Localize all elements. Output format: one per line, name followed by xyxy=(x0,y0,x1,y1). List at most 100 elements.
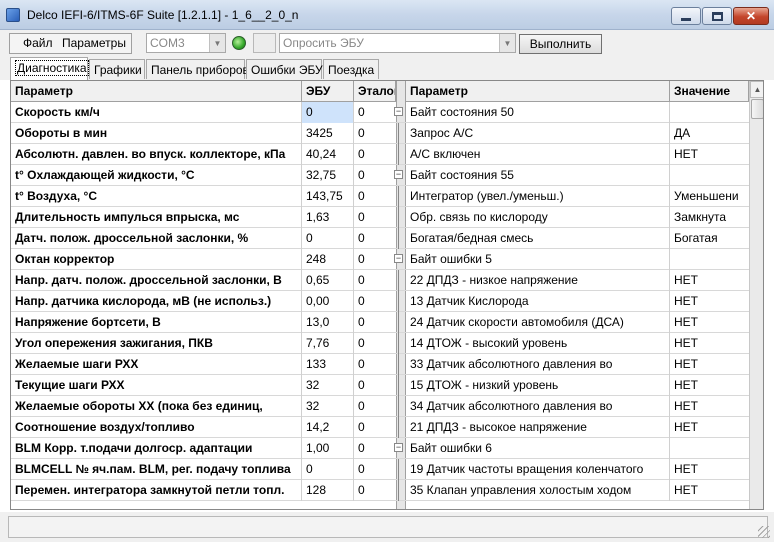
tab-dashboard[interactable]: Панель приборов xyxy=(146,59,249,79)
table-row[interactable]: 35 Клапан управления холостым ходом НЕТ xyxy=(396,480,749,501)
reference-value[interactable]: 0 xyxy=(354,207,396,228)
table-row[interactable]: Желаемые шаги РХХ 133 0 xyxy=(11,354,396,375)
ecu-value[interactable]: 32,75 xyxy=(302,165,354,186)
reference-value[interactable]: 0 xyxy=(354,186,396,207)
ecu-value[interactable]: 128 xyxy=(302,480,354,501)
maximize-button[interactable] xyxy=(702,7,732,25)
reference-value[interactable]: 0 xyxy=(354,270,396,291)
table-row[interactable]: 33 Датчик абсолютного давления во НЕТ xyxy=(396,354,749,375)
table-row[interactable]: Интегратор (увел./уменьш.) Уменьшени xyxy=(396,186,749,207)
reference-value[interactable]: 0 xyxy=(354,291,396,312)
table-row[interactable]: Соотношение воздух/топливо 14,2 0 xyxy=(11,417,396,438)
table-row[interactable]: 24 Датчик скорости автомобиля (ДСА) НЕТ xyxy=(396,312,749,333)
group-row[interactable]: − Байт ошибки 5 xyxy=(394,249,749,270)
reference-value[interactable]: 0 xyxy=(354,312,396,333)
table-row[interactable]: Обороты в мин 3425 0 xyxy=(11,123,396,144)
ecu-value[interactable]: 14,2 xyxy=(302,417,354,438)
reference-value[interactable]: 0 xyxy=(354,333,396,354)
menu-file[interactable]: Файл xyxy=(23,36,53,50)
column-header-param[interactable]: Параметр xyxy=(11,81,302,102)
menu-params[interactable]: Параметры xyxy=(62,36,126,50)
ecu-value[interactable]: 32 xyxy=(302,375,354,396)
table-row[interactable]: Скорость км/ч 0 0 xyxy=(11,102,396,123)
ecu-value[interactable]: 0,00 xyxy=(302,291,354,312)
table-row[interactable]: 15 ДТОЖ - низкий уровень НЕТ xyxy=(396,375,749,396)
table-row[interactable]: Напряжение бортсети, В 13,0 0 xyxy=(11,312,396,333)
blank-button[interactable] xyxy=(253,33,276,53)
table-row[interactable]: Октан корректор 248 0 xyxy=(11,249,396,270)
column-header-value[interactable]: Значение xyxy=(670,81,749,102)
column-header-ref[interactable]: Эталон xyxy=(354,81,396,102)
command-select[interactable]: Опросить ЭБУ ▼ xyxy=(279,33,516,53)
ecu-value[interactable]: 248 xyxy=(302,249,354,270)
group-row[interactable]: − Байт состояния 50 xyxy=(394,102,749,123)
table-row[interactable]: Богатая/бедная смесь Богатая xyxy=(396,228,749,249)
vertical-scrollbar[interactable]: ▲ xyxy=(749,81,763,509)
reference-value[interactable]: 0 xyxy=(354,459,396,480)
reference-value[interactable]: 0 xyxy=(354,123,396,144)
reference-value[interactable]: 0 xyxy=(354,480,396,501)
ecu-value[interactable]: 3425 xyxy=(302,123,354,144)
table-row[interactable]: Напр. датчика кислорода, мВ (не использ.… xyxy=(11,291,396,312)
resize-grip-icon[interactable] xyxy=(758,526,770,538)
ecu-value[interactable]: 1,00 xyxy=(302,438,354,459)
ecu-value[interactable]: 0 xyxy=(302,459,354,480)
table-row[interactable]: 22 ДПДЗ - низкое напряжение НЕТ xyxy=(396,270,749,291)
reference-value[interactable]: 0 xyxy=(354,438,396,459)
collapse-icon[interactable]: − xyxy=(394,443,403,452)
tab-trip[interactable]: Поездка xyxy=(323,59,379,79)
collapse-icon[interactable]: − xyxy=(394,170,403,179)
table-row[interactable]: t° Охлаждающей жидкости, °C 32,75 0 xyxy=(11,165,396,186)
collapse-icon[interactable]: − xyxy=(394,107,403,116)
reference-value[interactable]: 0 xyxy=(354,165,396,186)
table-row[interactable]: Датч. полож. дроссельной заслонки, % 0 0 xyxy=(11,228,396,249)
table-row[interactable]: Угол опережения зажигания, ПКВ 7,76 0 xyxy=(11,333,396,354)
table-row[interactable]: Запрос A/C ДА xyxy=(396,123,749,144)
table-row[interactable]: Обр. связь по кислороду Замкнута xyxy=(396,207,749,228)
table-row[interactable]: 13 Датчик Кислорода НЕТ xyxy=(396,291,749,312)
table-row[interactable]: Длительность импулься впрыска, мс 1,63 0 xyxy=(11,207,396,228)
chevron-down-icon[interactable]: ▼ xyxy=(209,34,225,52)
table-row[interactable]: Желаемые обороты ХХ (пока без единиц, 32 0 xyxy=(11,396,396,417)
scroll-up-icon[interactable]: ▲ xyxy=(750,81,763,98)
chevron-down-icon[interactable]: ▼ xyxy=(499,34,515,52)
reference-value[interactable]: 0 xyxy=(354,375,396,396)
ecu-value[interactable]: 0 xyxy=(302,228,354,249)
scroll-thumb[interactable] xyxy=(751,99,763,119)
group-row[interactable]: − Байт ошибки 6 xyxy=(394,438,749,459)
ecu-value[interactable]: 32 xyxy=(302,396,354,417)
reference-value[interactable]: 0 xyxy=(354,354,396,375)
tab-diagnostics[interactable]: Диагностика xyxy=(10,57,89,80)
ecu-value[interactable]: 7,76 xyxy=(302,333,354,354)
table-row[interactable]: t° Воздуха, °C 143,75 0 xyxy=(11,186,396,207)
reference-value[interactable]: 0 xyxy=(354,396,396,417)
table-row[interactable]: А/С включен НЕТ xyxy=(396,144,749,165)
run-button[interactable]: Выполнить xyxy=(519,34,602,54)
table-row[interactable]: BLMCELL № яч.пам. BLM, рег. подачу топли… xyxy=(11,459,396,480)
table-row[interactable]: BLM Корр. т.подачи долгоср. адаптации 1,0… xyxy=(11,438,396,459)
table-row[interactable]: Текущие шаги РХХ 32 0 xyxy=(11,375,396,396)
reference-value[interactable]: 0 xyxy=(354,102,396,123)
ecu-value[interactable]: 0 xyxy=(302,102,354,123)
reference-value[interactable]: 0 xyxy=(354,144,396,165)
collapse-icon[interactable]: − xyxy=(394,254,403,263)
table-row[interactable]: Напр. датч. полож. дроссельной заслонки,… xyxy=(11,270,396,291)
close-button[interactable]: ✕ xyxy=(733,7,769,25)
table-row[interactable]: Перемен. интегратора замкнутой петли топ… xyxy=(11,480,396,501)
reference-value[interactable]: 0 xyxy=(354,249,396,270)
table-row[interactable]: 21 ДПДЗ - высокое напряжение НЕТ xyxy=(396,417,749,438)
ecu-value[interactable]: 133 xyxy=(302,354,354,375)
table-row[interactable]: Абсолютн. давлен. во впуск. коллекторе, … xyxy=(11,144,396,165)
port-select[interactable]: COM3 ▼ xyxy=(146,33,226,53)
ecu-value[interactable]: 143,75 xyxy=(302,186,354,207)
ecu-value[interactable]: 0,65 xyxy=(302,270,354,291)
table-row[interactable]: 19 Датчик частоты вращения коленчатого НЕ… xyxy=(396,459,749,480)
minimize-button[interactable] xyxy=(671,7,701,25)
ecu-value[interactable]: 13,0 xyxy=(302,312,354,333)
column-header-ecu[interactable]: ЭБУ xyxy=(302,81,354,102)
table-row[interactable]: 34 Датчик абсолютного давления во НЕТ xyxy=(396,396,749,417)
tab-ecu-errors[interactable]: Ошибки ЭБУ xyxy=(246,59,323,79)
reference-value[interactable]: 0 xyxy=(354,228,396,249)
tab-graphs[interactable]: Графики xyxy=(89,59,145,79)
group-row[interactable]: − Байт состояния 55 xyxy=(394,165,749,186)
